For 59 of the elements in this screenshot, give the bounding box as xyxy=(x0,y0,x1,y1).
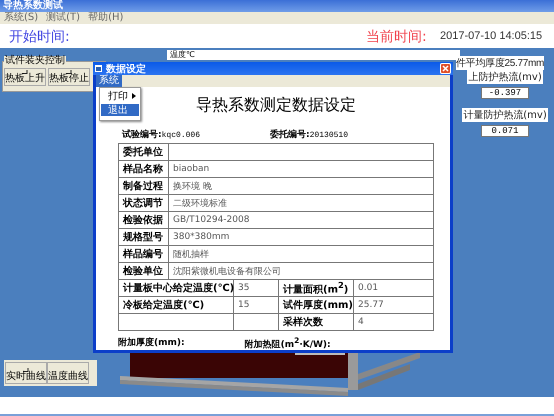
table-cell: biaoban xyxy=(168,160,434,178)
corner-icon xyxy=(66,70,72,74)
table-cell: 二级环境标准 xyxy=(168,194,434,212)
table-cell: 样品名称 xyxy=(118,160,168,178)
readout-value: 0.071 xyxy=(481,125,529,137)
footer-label: 附加热阻(m$^{2}$·K/W): xyxy=(244,336,331,352)
dialog-title: 数据设定 xyxy=(106,62,147,74)
table-cell: 0.01 xyxy=(354,280,434,297)
close-icon xyxy=(442,65,449,72)
table-cell: 35 xyxy=(234,280,278,297)
table-cell: 检验单位 xyxy=(118,262,168,280)
table-cell: 沈阳紫微机电设备有限公司 xyxy=(168,262,434,280)
window-icon xyxy=(95,65,102,72)
table-cell: 制备过程 xyxy=(118,178,168,194)
table-cell: 380*380mm xyxy=(168,228,434,246)
menu-entry[interactable]: 退出 xyxy=(101,104,139,116)
entrust-number-label: 委托编号: xyxy=(270,128,310,141)
table-cell: 25.77 xyxy=(354,296,434,314)
table-cell: 试件厚度(mm) xyxy=(278,296,354,314)
table-cell: 4 xyxy=(354,314,434,331)
close-button[interactable] xyxy=(440,63,451,74)
table-cell: GB/T10294-2008 xyxy=(168,212,434,228)
menu-item[interactable]: 帮助(H) xyxy=(88,12,124,24)
table-cell: 15 xyxy=(234,296,278,314)
table-cell: 换环境 晚 xyxy=(168,178,434,194)
menu-item[interactable]: 系统(S) xyxy=(4,12,38,24)
current-time: 2017-07-10 14:05:15 xyxy=(440,30,542,42)
menu-entry[interactable]: 打印 xyxy=(101,90,139,102)
table-cell: 采样次数 xyxy=(278,314,354,331)
form-heading: 导热系数测定数据设定 xyxy=(196,95,356,116)
readout-label: 计量防护热流(mv) xyxy=(462,108,548,122)
table-cell: 委托单位 xyxy=(118,144,168,160)
platen-button[interactable]: 热板停止 xyxy=(48,68,90,86)
table-cell: 冷板给定温度(℃) xyxy=(118,296,234,314)
current-time-label: 当前时间: xyxy=(366,28,427,46)
corner-icon xyxy=(23,368,29,372)
table-cell: 检验依据 xyxy=(118,212,168,228)
table-cell: 计量面积(m$^{2}$) xyxy=(278,280,354,297)
curve-button[interactable]: 实时曲线 xyxy=(5,362,47,384)
table-cell: 随机抽样 xyxy=(168,246,434,262)
corner-icon xyxy=(22,70,28,74)
chart-label: 温度℃ xyxy=(167,50,460,60)
test-number: kqc0.006 xyxy=(162,131,200,140)
readout-value: -0.397 xyxy=(481,87,529,99)
thickness-label: 件平均厚度25.77mm xyxy=(456,56,544,70)
platen-button[interactable]: 热板上升 xyxy=(4,68,46,86)
menu-item[interactable]: 系统 xyxy=(96,75,122,87)
table-cell: 状态调节 xyxy=(118,194,168,212)
footer-label: 附加厚度(mm): xyxy=(118,336,185,350)
start-time-label: 开始时间: xyxy=(9,28,70,46)
readout-label: 上防护热流(mv) xyxy=(467,70,543,84)
table-cell: 计量板中心给定温度(℃) xyxy=(118,280,234,297)
group-title: 试件装夹控制 xyxy=(4,56,66,66)
test-number-label: 试验编号: xyxy=(122,128,162,141)
table-cell: 规格型号 xyxy=(118,228,168,246)
table-cell: 样品编号 xyxy=(118,246,168,262)
entrust-number: 20130510 xyxy=(310,131,348,140)
curve-button[interactable]: 温度曲线 xyxy=(47,362,89,384)
menu-item[interactable]: 测试(T) xyxy=(46,12,80,24)
